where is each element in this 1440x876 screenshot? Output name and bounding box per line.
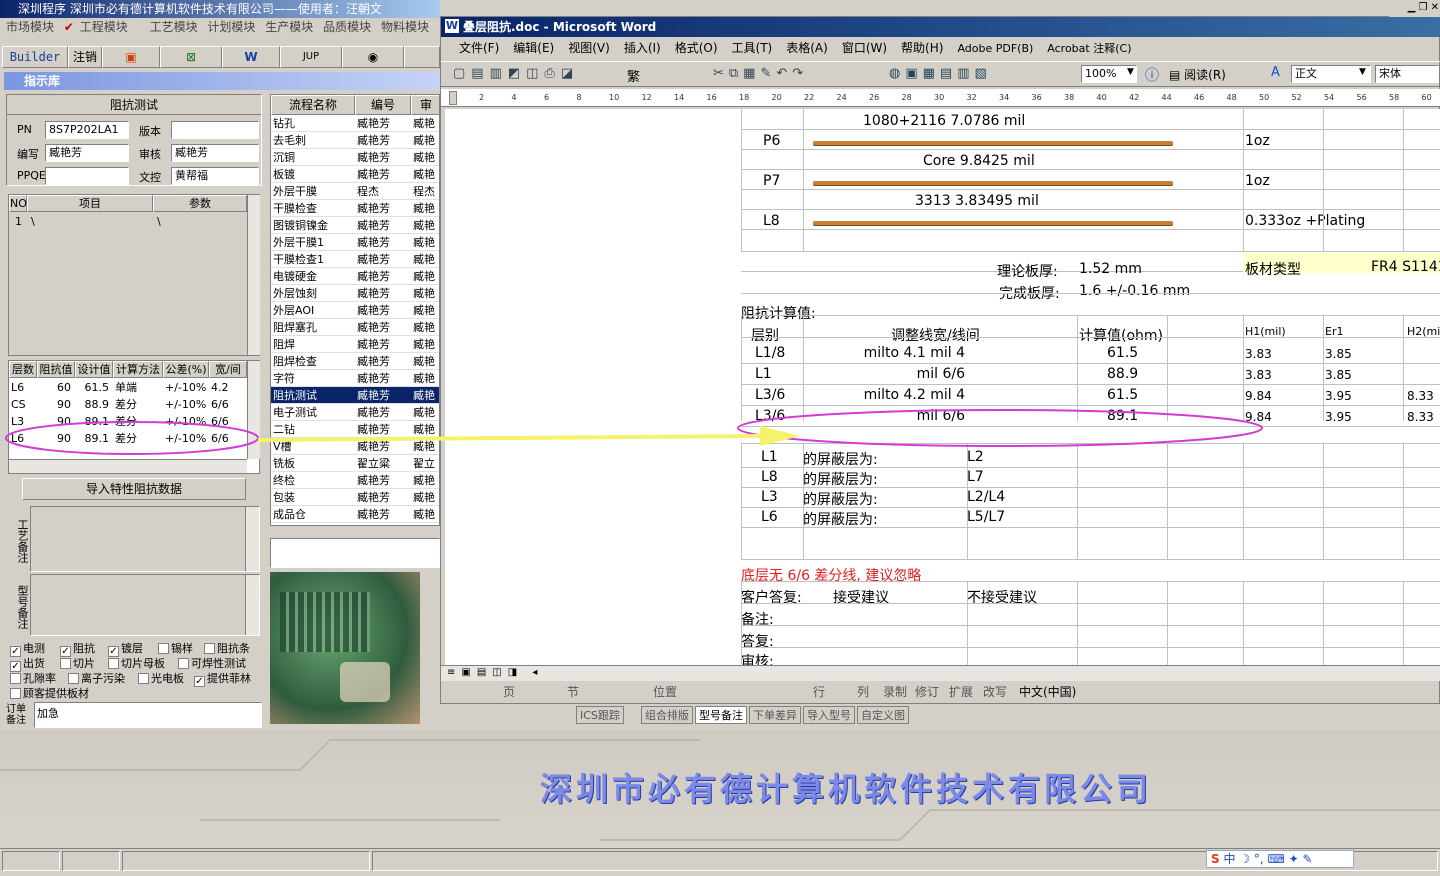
status-pane-1 [2, 851, 60, 871]
annotation-arrow-line [257, 434, 761, 442]
app-statusbar: S 中 ☽ °, ⌨ ✦ ✎ [0, 848, 1440, 874]
status-pane-3 [122, 851, 370, 871]
company-banner: 深圳市必有德计算机软件技术有限公司 [540, 770, 1153, 808]
sogou-icon[interactable]: S [1211, 852, 1220, 866]
ime-toolbar[interactable]: S 中 ☽ °, ⌨ ✦ ✎ [1206, 850, 1354, 868]
annotation-ellipse-left [5, 421, 259, 455]
ime-mode[interactable]: 中 [1223, 852, 1235, 866]
status-pane-2 [62, 851, 120, 871]
annotation-arrow-head [760, 426, 800, 446]
ime-icons[interactable]: ☽ °, ⌨ ✦ ✎ [1239, 852, 1312, 866]
annotation-ellipse-right [737, 409, 1263, 447]
